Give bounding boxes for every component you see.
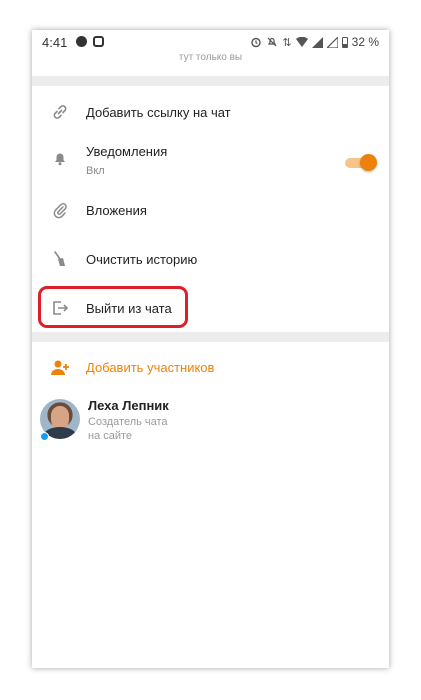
- add-participants-label: Добавить участников: [86, 360, 215, 375]
- paperclip-icon: [50, 200, 70, 220]
- battery-icon: [341, 36, 348, 48]
- camera-icon: [93, 36, 104, 47]
- member-role-line-1: Создатель чата: [88, 416, 168, 428]
- notifications-toggle[interactable]: [345, 154, 377, 171]
- online-status-dot: [40, 432, 49, 441]
- wifi-icon: [295, 36, 308, 47]
- menu-item-add-link[interactable]: Добавить ссылку на чат: [32, 90, 389, 134]
- menu-item-notifications[interactable]: Уведомления Вкл: [32, 136, 389, 188]
- alarm-icon: [251, 37, 262, 48]
- toggle-knob: [360, 154, 377, 171]
- menu-label-clear-history: Очистить историю: [86, 252, 198, 267]
- member-role: Создатель чата на сайте: [88, 415, 198, 443]
- status-time: 4:41: [42, 35, 68, 50]
- menu-label-add-link: Добавить ссылку на чат: [86, 105, 231, 120]
- section-divider: [32, 76, 389, 86]
- chat-subtitle: тут только вы: [178, 52, 243, 63]
- menu-label-attachments: Вложения: [86, 203, 147, 218]
- section-divider: [32, 332, 389, 342]
- member-name: Леха Лепник: [88, 398, 169, 413]
- phone-screen: 4:41 ⇅ 32 % тут только вы Добавить ссылк…: [32, 30, 389, 668]
- notifications-state: Вкл: [86, 165, 105, 177]
- menu-label-notifications: Уведомления: [86, 144, 168, 159]
- bell-icon: [50, 148, 70, 168]
- menu-item-clear-history[interactable]: Очистить историю: [32, 237, 389, 281]
- add-user-icon: [50, 358, 70, 378]
- menu-item-attachments[interactable]: Вложения: [32, 188, 389, 232]
- status-right-icons: ⇅ 32 %: [250, 35, 379, 49]
- record-icon: [76, 36, 87, 47]
- signal-icon: [326, 36, 338, 48]
- data-arrows-icon: ⇅: [282, 36, 292, 49]
- leave-chat-highlight: [38, 286, 188, 328]
- battery-level: 32 %: [351, 35, 379, 49]
- broom-icon: [50, 249, 70, 269]
- link-icon: [50, 102, 70, 122]
- member-role-line-2: на сайте: [88, 430, 133, 442]
- status-left-icons: [76, 36, 104, 47]
- signal-icon: [311, 36, 323, 48]
- mute-icon: [267, 37, 277, 47]
